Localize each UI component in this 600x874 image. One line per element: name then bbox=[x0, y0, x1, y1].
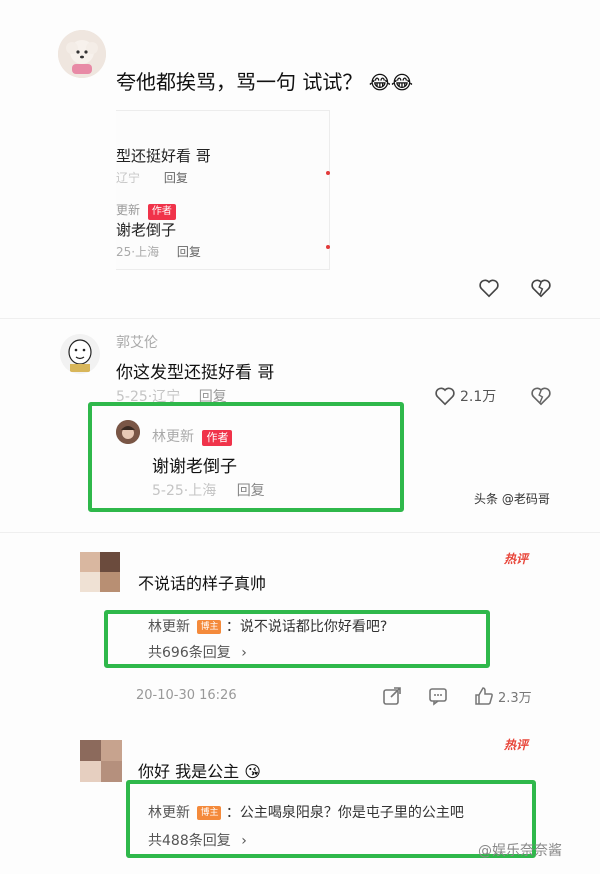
blogger-reply-text: ：说不说话都比你好看吧? bbox=[225, 619, 388, 635]
comment-text: 你这发型还挺好看 哥 bbox=[116, 363, 275, 383]
watermark-toutiao: 头条 @老码哥 bbox=[474, 492, 550, 506]
inset-more-dot-2 bbox=[326, 245, 330, 249]
divider bbox=[0, 532, 600, 533]
poster-avatar[interactable] bbox=[58, 30, 106, 78]
blogger-reply-line: 林更新 博主 ：说不说话都比你好看吧? bbox=[148, 616, 387, 636]
share-icon[interactable] bbox=[382, 686, 402, 706]
commenter-username[interactable]: 郭艾伦 bbox=[116, 332, 158, 352]
comment-text: 你好 我是公主 bbox=[138, 762, 240, 781]
inset-comment-text: 型还挺好看 哥 bbox=[116, 147, 211, 165]
laughing-emoji: 😂😂 bbox=[368, 72, 414, 94]
comment-icon[interactable] bbox=[428, 686, 448, 706]
view-replies-count: 共696条回复 bbox=[148, 645, 231, 661]
view-replies-count: 共488条回复 bbox=[148, 833, 231, 849]
author-avatar[interactable] bbox=[116, 420, 140, 444]
chevron-right-icon: › bbox=[241, 833, 247, 849]
author-date-location: 5-25·上海 bbox=[152, 483, 217, 499]
cartoon-avatar-icon bbox=[60, 334, 100, 374]
inset-author-meta: 25·上海 bbox=[116, 245, 160, 259]
inset-author-reply[interactable]: 回复 bbox=[177, 245, 201, 259]
blogger-reply-text: ：公主喝泉阳泉？你是屯子里的公主吧 bbox=[225, 805, 464, 821]
inset-screenshot: 型还挺好看 哥 辽宁 回复 更新 作者 谢老倒子 25·上海 回复 bbox=[116, 110, 330, 270]
author-reply-meta: 5-25·上海 回复 bbox=[152, 480, 265, 500]
author-reply-text: 谢谢老倒子 bbox=[152, 457, 237, 477]
comment-like-count: 2.1万 bbox=[460, 389, 497, 405]
comment-text-line: 你好 我是公主 😘 bbox=[138, 758, 261, 782]
thumbs-up-button[interactable]: 2.3万 bbox=[474, 686, 532, 706]
commenter-avatar[interactable] bbox=[60, 334, 100, 374]
dislike-icon[interactable] bbox=[530, 278, 552, 298]
inset-author-text: 谢老倒子 bbox=[116, 221, 177, 239]
inset-author-meta-line: 25·上海 回复 bbox=[116, 243, 201, 260]
inset-comment-meta: 辽宁 回复 bbox=[116, 169, 188, 186]
blogger-username[interactable]: 林更新 bbox=[148, 805, 190, 821]
author-reply-link[interactable]: 回复 bbox=[237, 483, 265, 499]
inset-author-name: 更新 bbox=[116, 203, 141, 217]
inset-author-tag: 作者 bbox=[147, 204, 176, 220]
hot-comment-badge: 热评 bbox=[504, 738, 529, 752]
post-title-text: 夸他都挨骂，骂一句 试试？ bbox=[116, 70, 363, 94]
commenter-avatar-pixelated[interactable] bbox=[80, 552, 120, 592]
thumbs-up-icon bbox=[475, 687, 493, 705]
commenter-avatar-pixelated[interactable] bbox=[80, 740, 122, 782]
author-tag: 作者 bbox=[202, 430, 233, 446]
heart-icon bbox=[435, 387, 455, 406]
author-name-line: 林更新 作者 bbox=[152, 426, 233, 446]
author-photo-icon bbox=[116, 420, 140, 444]
hot-comment-badge: 热评 bbox=[504, 552, 529, 566]
inset-author-line: 更新 作者 bbox=[116, 201, 176, 220]
chevron-right-icon: › bbox=[241, 645, 247, 661]
kiss-emoji: 😘 bbox=[244, 762, 261, 781]
comment-timestamp: 20-10-30 16:26 bbox=[136, 688, 237, 703]
author-username[interactable]: 林更新 bbox=[152, 429, 194, 445]
blogger-tag: 博主 bbox=[197, 620, 222, 634]
inset-location: 辽宁 bbox=[116, 171, 141, 185]
comment-text: 不说话的样子真帅 bbox=[138, 574, 267, 593]
divider bbox=[0, 318, 600, 319]
view-replies-link[interactable]: 共488条回复 › bbox=[148, 830, 247, 850]
thumbs-up-count: 2.3万 bbox=[498, 690, 532, 706]
poodle-avatar-icon bbox=[58, 30, 106, 78]
mosaic-avatar-icon bbox=[80, 552, 120, 592]
blogger-tag: 博主 bbox=[197, 806, 222, 820]
like-icon[interactable] bbox=[478, 278, 500, 298]
inset-more-dot bbox=[326, 171, 330, 175]
inset-reply-link[interactable]: 回复 bbox=[164, 171, 188, 185]
comment-dislike-icon[interactable] bbox=[530, 386, 552, 406]
view-replies-link[interactable]: 共696条回复 › bbox=[148, 642, 247, 662]
post-title: 夸他都挨骂，骂一句 试试？ 😂😂 bbox=[116, 66, 413, 95]
comment-like-button[interactable]: 2.1万 bbox=[434, 386, 496, 406]
blogger-reply-line: 林更新 博主 ：公主喝泉阳泉？你是屯子里的公主吧 bbox=[148, 802, 464, 822]
blogger-username[interactable]: 林更新 bbox=[148, 619, 190, 635]
mosaic-avatar-icon bbox=[80, 740, 122, 782]
watermark-entertainment: @娱乐奈奈酱 bbox=[478, 843, 562, 859]
